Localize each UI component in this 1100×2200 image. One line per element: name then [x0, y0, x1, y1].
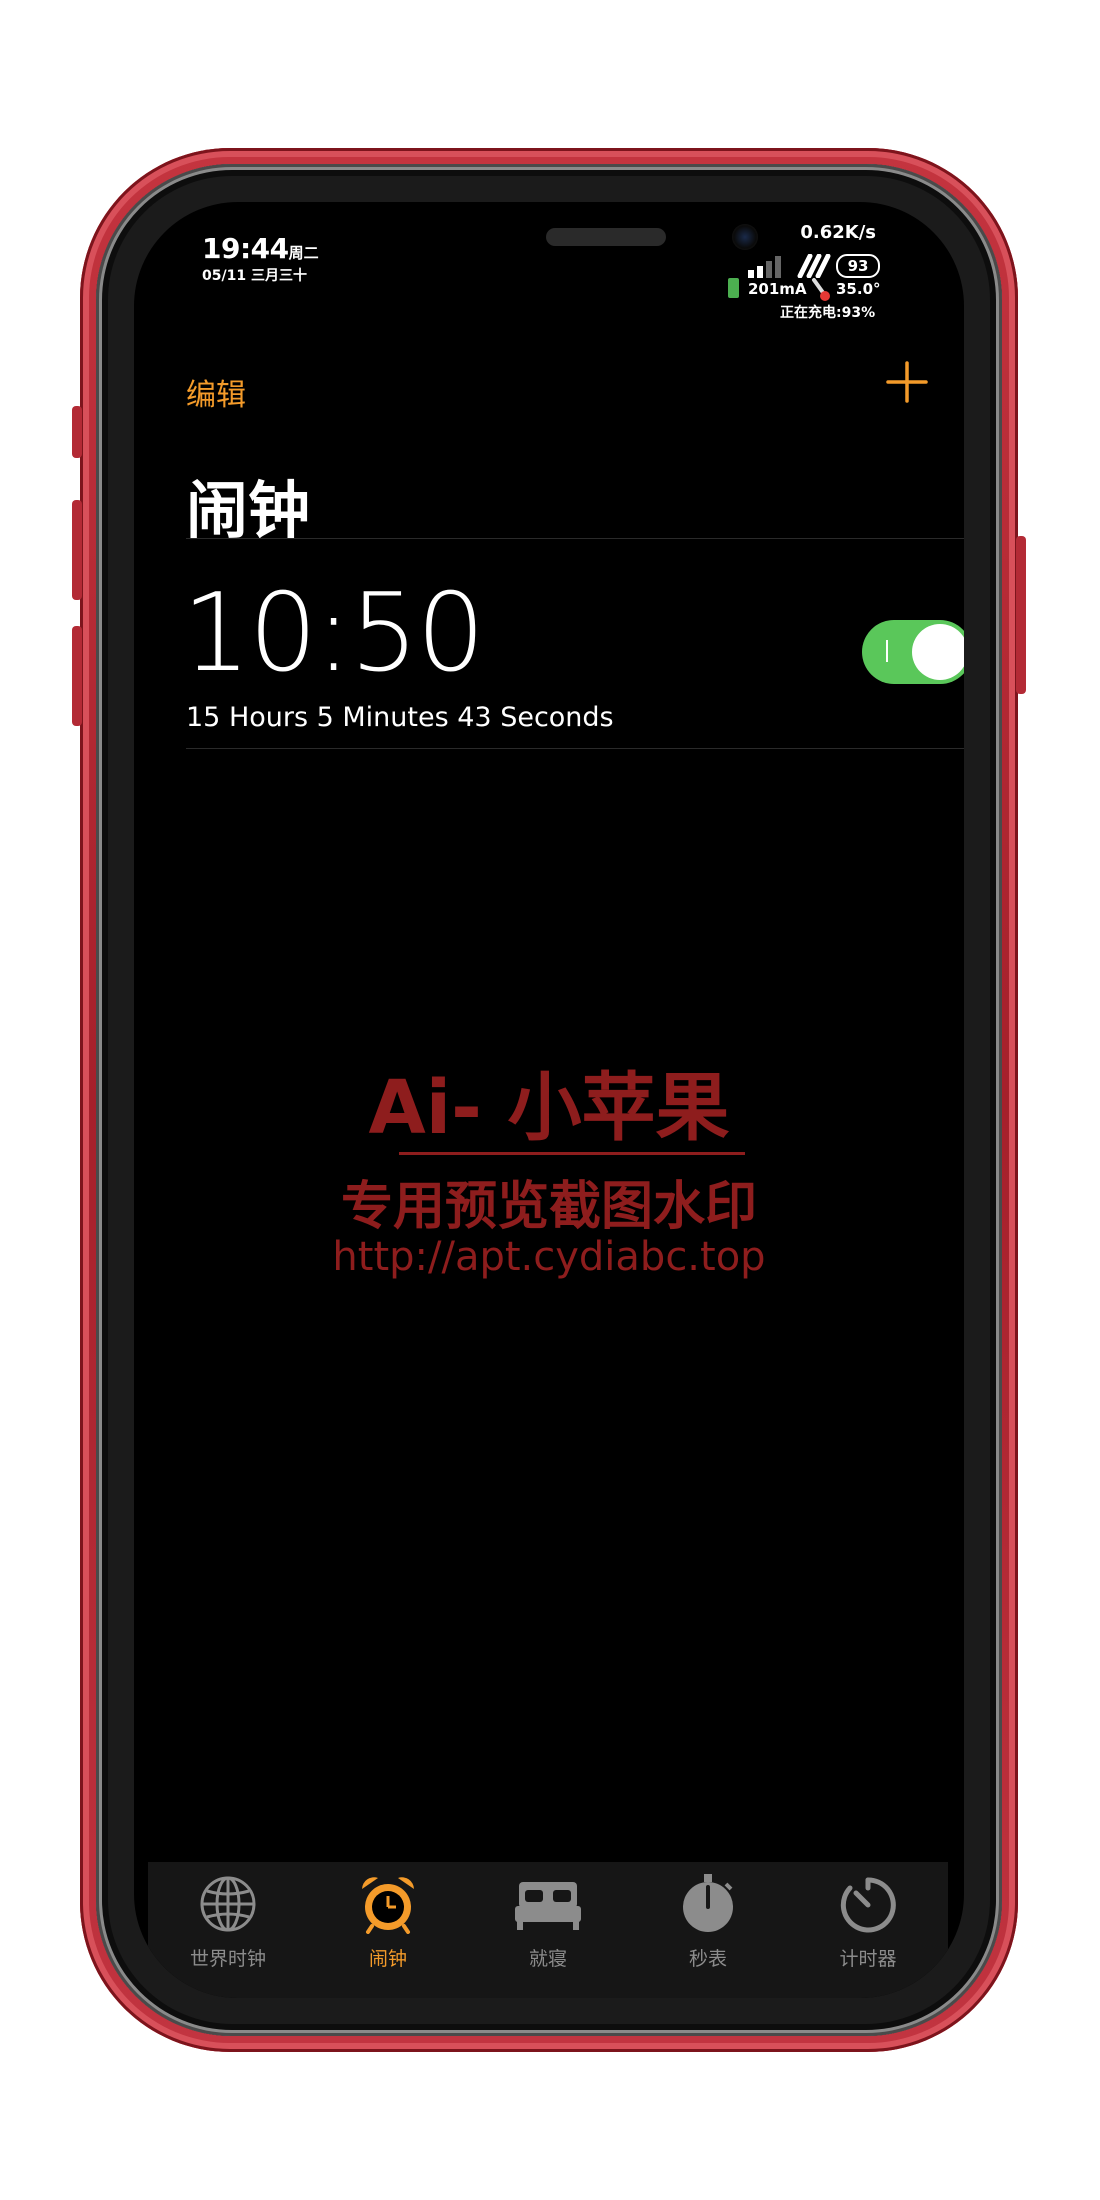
alarm-countdown: 15 Hours 5 Minutes 43 Seconds [186, 702, 614, 733]
phone-bezel: 19:44周二 05/11 三月三十 0.62K/s 93 201mA 35.0… [96, 164, 1002, 2036]
status-bar-right: 0.62K/s 93 201mA 35.0° 正在充电:93% [718, 222, 918, 322]
tab-bar: 世界时钟 闹钟 就寝 秒表 计时器 [148, 1862, 948, 1998]
tab-label: 就寝 [528, 1948, 567, 1970]
plus-icon[interactable] [882, 357, 932, 407]
charge-current: 201mA [748, 280, 807, 298]
edit-button[interactable]: 编辑 [186, 370, 246, 414]
tab-bedtime[interactable]: 就寝 [468, 1862, 628, 1982]
screen: 19:44周二 05/11 三月三十 0.62K/s 93 201mA 35.0… [134, 202, 964, 1998]
status-time: 19:44 [202, 232, 289, 265]
tab-world-clock[interactable]: 世界时钟 [148, 1862, 308, 1982]
battery-temperature: 35.0° [836, 280, 881, 298]
battery-level-badge: 93 [836, 254, 880, 278]
status-weekday: 周二 [288, 244, 319, 262]
globe-icon [200, 1876, 256, 1932]
status-date: 05/11 三月三十 [202, 268, 307, 284]
tab-label: 世界时钟 [189, 1948, 266, 1970]
volume-down-button [72, 626, 82, 726]
watermark-underline [399, 1152, 745, 1155]
volume-up-button [72, 500, 82, 600]
tab-label: 秒表 [688, 1948, 727, 1970]
tab-timer[interactable]: 计时器 [788, 1862, 948, 1982]
status-bar-left: 19:44周二 05/11 三月三十 [202, 232, 319, 285]
stopwatch-icon [683, 1874, 733, 1932]
watermark-url: http://apt.cydiabc.top [332, 1234, 766, 1280]
timer-icon [840, 1877, 896, 1933]
toggle-on-mark [886, 640, 888, 662]
alarm-time: 10:50 [182, 571, 485, 696]
tab-stopwatch[interactable]: 秒表 [628, 1862, 788, 1982]
bed-icon [515, 1882, 581, 1930]
power-button [1016, 536, 1026, 694]
thermometer-icon [812, 278, 830, 301]
cellular-signal-icon [748, 256, 781, 278]
tab-label: 闹钟 [368, 1948, 407, 1970]
toggle-knob [912, 624, 964, 680]
alarm-clock-icon [362, 1877, 414, 1934]
phone-frame: 19:44周二 05/11 三月三十 0.62K/s 93 201mA 35.0… [72, 148, 1026, 2052]
title-divider [186, 538, 964, 539]
page-title: 闹钟 [186, 474, 311, 547]
watermark-title: Ai- 小苹果 [368, 1065, 730, 1151]
alarm-divider [186, 748, 964, 749]
wifi-icon [797, 254, 831, 278]
silent-switch [72, 406, 82, 458]
battery-small-icon [728, 278, 739, 298]
alarm-toggle[interactable] [862, 620, 964, 684]
watermark-subtitle: 专用预览截图水印 [340, 1177, 757, 1237]
tab-alarm[interactable]: 闹钟 [308, 1862, 468, 1982]
earpiece-speaker [546, 228, 666, 246]
charging-status: 正在充电:93% [780, 305, 876, 321]
tab-label: 计时器 [839, 1948, 897, 1970]
network-speed: 0.62K/s [800, 222, 876, 243]
